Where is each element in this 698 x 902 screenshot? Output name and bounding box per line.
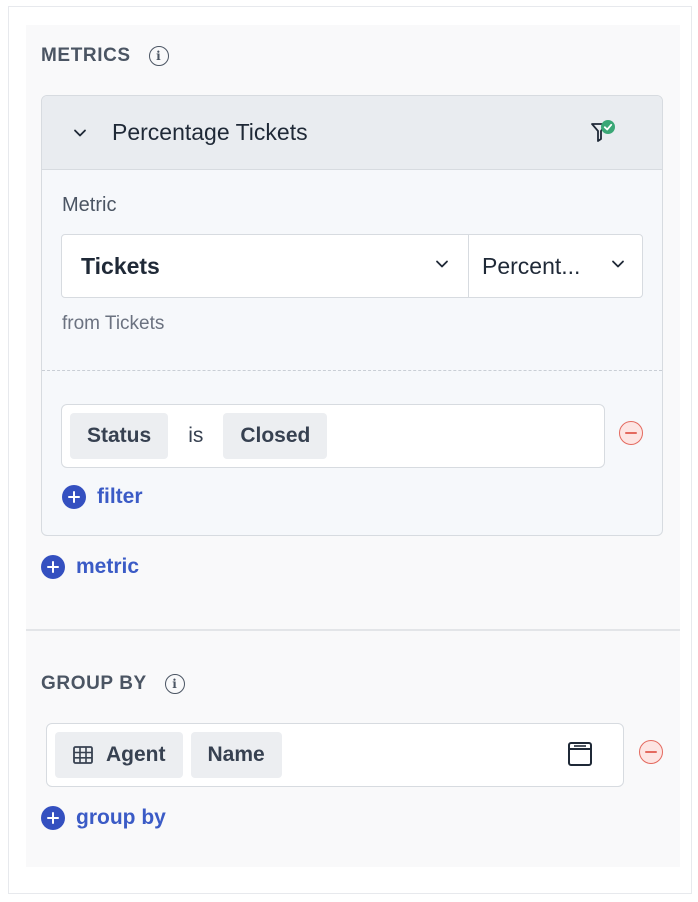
metric-source-text: from Tickets bbox=[62, 313, 165, 334]
plus-circle-icon bbox=[41, 555, 65, 579]
add-filter-button[interactable]: filter bbox=[62, 485, 143, 509]
metric-card-header[interactable]: Percentage Tickets bbox=[42, 96, 662, 170]
filter-field-chip[interactable]: Status bbox=[70, 413, 169, 459]
filter-check-icon bbox=[588, 118, 618, 148]
filter-operator[interactable]: is bbox=[188, 424, 203, 448]
add-group-by-label: group by bbox=[76, 806, 166, 829]
chevron-down-icon bbox=[610, 256, 626, 277]
group-by-column-chip[interactable]: Name bbox=[190, 732, 282, 778]
add-metric-label: metric bbox=[76, 555, 140, 578]
metrics-section-header: METRICS i bbox=[41, 45, 169, 67]
metric-selector: Tickets Percent... bbox=[61, 234, 643, 298]
filter-row[interactable]: Status is Closed bbox=[61, 404, 605, 468]
info-icon[interactable]: i bbox=[148, 46, 169, 66]
group-by-row[interactable]: Agent Name bbox=[46, 723, 624, 787]
table-icon bbox=[73, 746, 93, 764]
info-icon[interactable]: i bbox=[164, 674, 185, 694]
chevron-down-icon[interactable] bbox=[68, 121, 92, 145]
plus-circle-icon bbox=[62, 485, 86, 509]
metric-select-value: Tickets bbox=[81, 252, 160, 279]
filter-value-chip[interactable]: Closed bbox=[223, 413, 328, 459]
dashed-divider bbox=[42, 370, 662, 371]
group-by-table-chip[interactable]: Agent bbox=[55, 732, 183, 778]
metric-card: Percentage Tickets Metric Tickets Percen… bbox=[41, 95, 663, 536]
add-group-by-button[interactable]: group by bbox=[41, 806, 166, 830]
remove-filter-button[interactable] bbox=[619, 421, 643, 445]
metric-field-label: Metric bbox=[62, 194, 117, 216]
aggregation-select-value: Percent... bbox=[482, 252, 581, 279]
add-filter-label: filter bbox=[97, 485, 143, 508]
plus-circle-icon bbox=[41, 806, 65, 830]
group-by-table-label: Agent bbox=[106, 743, 166, 766]
add-metric-button[interactable]: metric bbox=[41, 555, 139, 579]
aggregation-select[interactable]: Percent... bbox=[469, 235, 642, 297]
panel-icon[interactable] bbox=[567, 741, 593, 767]
metric-title[interactable]: Percentage Tickets bbox=[112, 119, 308, 146]
group-by-title: GROUP BY bbox=[41, 673, 147, 694]
remove-group-by-button[interactable] bbox=[639, 740, 663, 764]
metrics-title: METRICS bbox=[41, 45, 131, 66]
group-by-section-header: GROUP BY i bbox=[41, 673, 185, 695]
chevron-down-icon bbox=[434, 256, 450, 277]
metric-select[interactable]: Tickets bbox=[62, 235, 469, 297]
